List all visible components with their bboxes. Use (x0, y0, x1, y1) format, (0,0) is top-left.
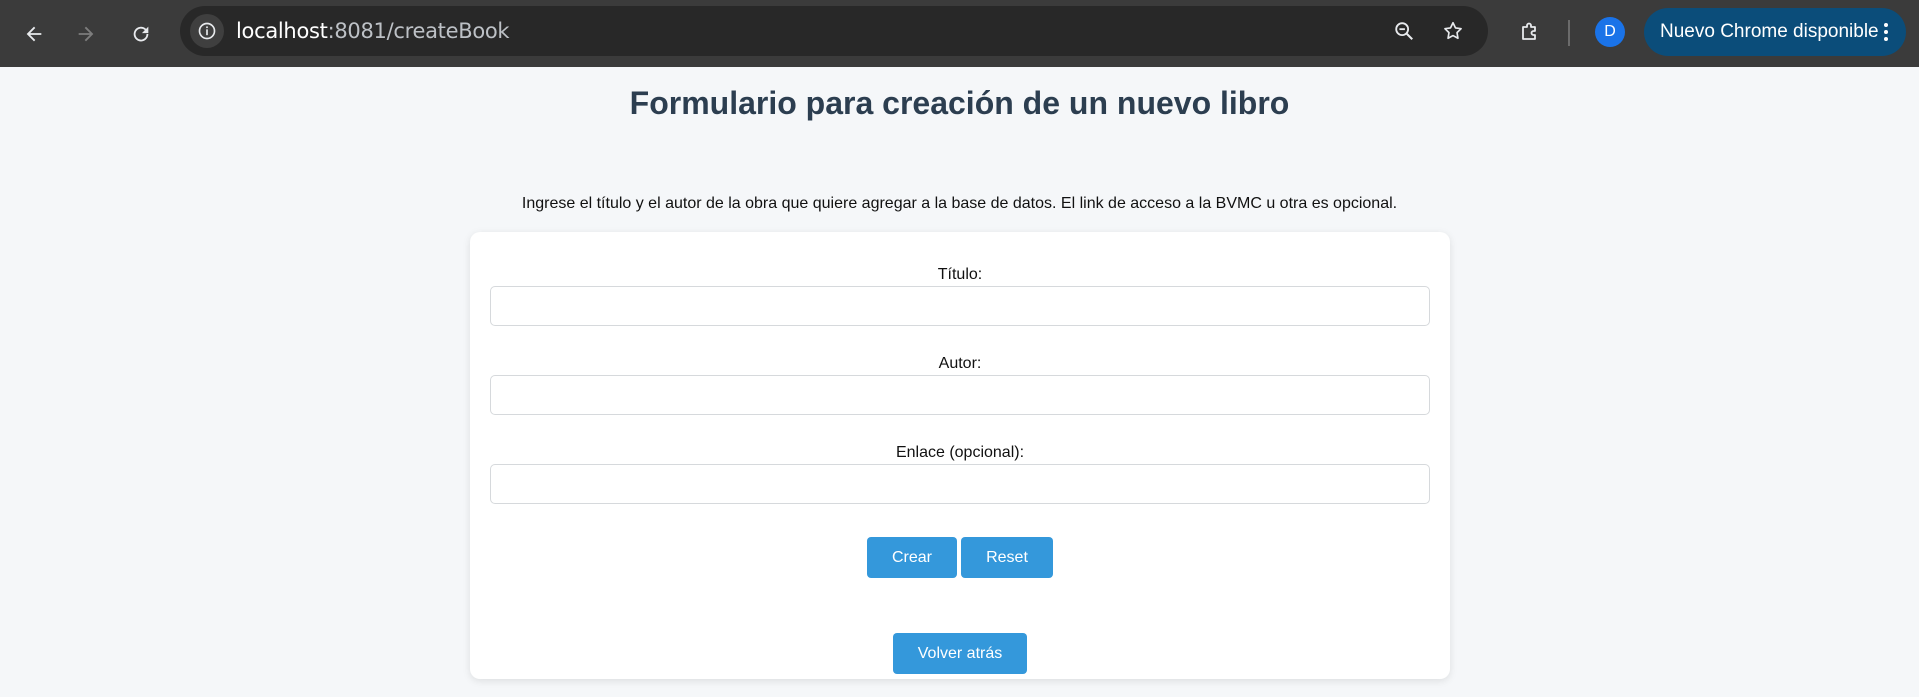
kebab-icon[interactable] (1876, 20, 1896, 44)
info-icon (198, 22, 216, 40)
update-label: Nuevo Chrome disponible (1660, 21, 1879, 42)
page-title: Formulario para creación de un nuevo lib… (629, 85, 1290, 121)
forward-button[interactable] (66, 14, 106, 54)
chrome-update-button[interactable]: Nuevo Chrome disponible (1644, 8, 1906, 56)
browser-toolbar: localhost:8081/createBook D Nuevo Chrome… (0, 0, 1919, 67)
zoom-out-icon (1395, 22, 1413, 40)
toolbar-divider (1568, 20, 1570, 46)
back-link-button[interactable]: Volver atrás (893, 633, 1027, 674)
autor-label: Autor: (938, 355, 982, 372)
extensions-icon (1522, 22, 1536, 40)
site-info-button[interactable] (190, 14, 224, 48)
reload-icon (133, 26, 149, 42)
create-book-form: Título: Autor: Enlace (opcional): Crear … (470, 232, 1450, 679)
instructions-text: Ingrese el título y el autor de la obra … (521, 195, 1398, 212)
arrow-right-icon (78, 26, 94, 42)
enlace-label: Enlace (opcional): (895, 444, 1025, 461)
crear-button[interactable]: Crear (867, 537, 957, 578)
reset-button[interactable]: Reset (961, 537, 1053, 578)
bookmark-button[interactable] (1437, 15, 1469, 47)
url-path: :8081/createBook (327, 19, 510, 43)
arrow-left-icon (26, 26, 42, 42)
url-text[interactable]: localhost:8081/createBook (236, 6, 510, 56)
titulo-label: Título: (937, 266, 983, 283)
enlace-input[interactable] (490, 464, 1430, 504)
profile-avatar[interactable]: D (1595, 17, 1625, 47)
titulo-input[interactable] (490, 286, 1430, 326)
address-bar[interactable]: localhost:8081/createBook (180, 6, 1488, 56)
zoom-button[interactable] (1388, 15, 1420, 47)
page-content: Formulario para creación de un nuevo lib… (0, 67, 1919, 697)
star-icon (1444, 21, 1462, 40)
autor-input[interactable] (490, 375, 1430, 415)
reload-button[interactable] (121, 14, 161, 54)
url-host: localhost (236, 19, 328, 43)
back-button[interactable] (14, 14, 54, 54)
extensions-button[interactable] (1513, 15, 1547, 49)
